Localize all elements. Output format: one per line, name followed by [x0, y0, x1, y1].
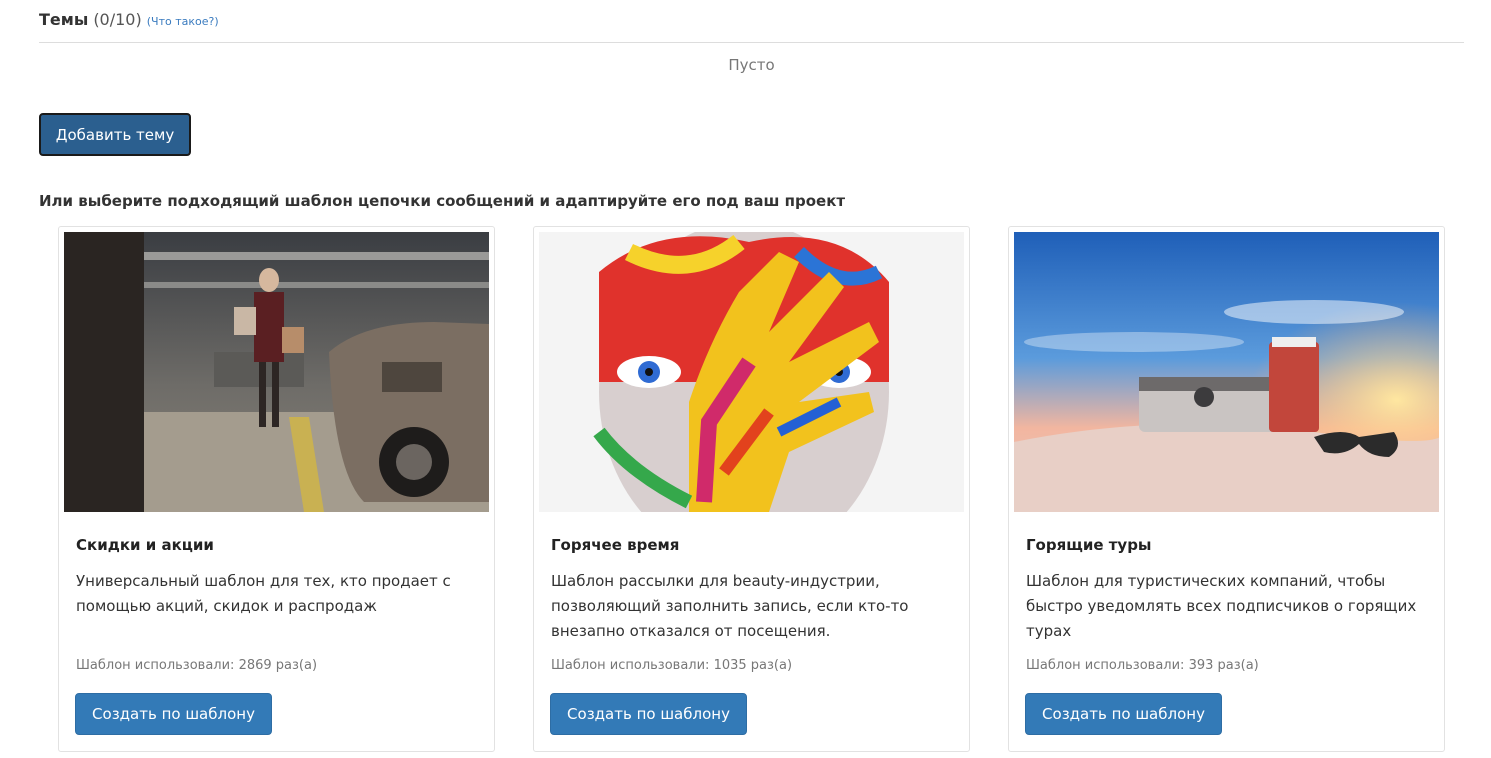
card-description: Универсальный шаблон для тех, кто продае…: [76, 572, 451, 615]
card-usage-count: Шаблон использовали: 393 раз(а): [1026, 658, 1259, 673]
card-usage-count: Шаблон использовали: 2869 раз(а): [76, 658, 318, 673]
card-title: Скидки и акции: [76, 536, 214, 554]
painted-face-photo: [539, 232, 964, 512]
card-title: Горящие туры: [1026, 536, 1152, 554]
create-from-template-button[interactable]: Создать по шаблону: [550, 693, 747, 735]
card-description: Шаблон рассылки для beauty-индустрии, по…: [551, 572, 909, 640]
beach-photo: [1014, 232, 1439, 512]
divider: [39, 42, 1464, 43]
page: Темы (0/10) (Что такое?) Пусто Добавить …: [0, 0, 1491, 758]
create-from-template-button[interactable]: Создать по шаблону: [1025, 693, 1222, 735]
create-from-template-button[interactable]: Создать по шаблону: [75, 693, 272, 735]
topics-title: Темы: [39, 10, 89, 29]
what-is-this-link[interactable]: (Что такое?): [147, 15, 219, 28]
template-card-discounts: Скидки и акции Универсальный шаблон для …: [58, 226, 495, 752]
add-topic-button[interactable]: Добавить тему: [39, 113, 191, 156]
templates-heading: Или выберите подходящий шаблон цепочки с…: [39, 192, 846, 210]
card-description: Шаблон для туристических компаний, чтобы…: [1026, 572, 1417, 640]
topics-header: Темы (0/10) (Что такое?): [39, 10, 219, 29]
card-usage-count: Шаблон использовали: 1035 раз(а): [551, 658, 793, 673]
empty-state-label: Пусто: [728, 56, 775, 74]
shopping-photo: [64, 232, 489, 512]
topics-count: (0/10): [93, 10, 142, 29]
template-card-hot-time: Горячее время Шаблон рассылки для beauty…: [533, 226, 970, 752]
card-title: Горячее время: [551, 536, 680, 554]
template-card-hot-tours: Горящие туры Шаблон для туристических ко…: [1008, 226, 1445, 752]
